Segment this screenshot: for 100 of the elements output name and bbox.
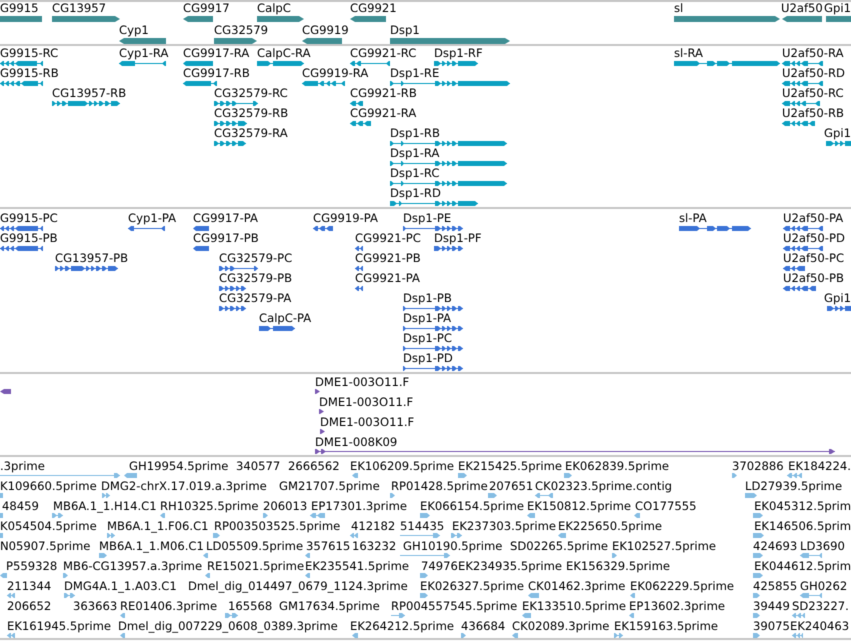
feature-label: CG9921: [350, 2, 397, 14]
feature-label: Dsp1-RE: [390, 67, 440, 79]
feature-label: Dsp1-PF: [434, 232, 482, 244]
feature-label: CG32579-RA: [214, 127, 288, 139]
feature-label: 39449: [753, 600, 790, 612]
feature-label: CG9919-PA: [313, 212, 378, 224]
feature-label: EK106209.5prime: [350, 460, 454, 472]
feature-label: EK026327.5prime: [420, 580, 524, 592]
feature-label: EK044612.5prim: [754, 560, 851, 572]
feature-label: MB6-CG13957.a.3prime: [63, 560, 202, 572]
feature-label: CG9921-PC: [355, 232, 421, 244]
feature-label: 514435: [400, 520, 444, 532]
feature-label: GM21707.5prime: [279, 480, 380, 492]
feature-label: EK066154.5prime: [420, 500, 524, 512]
feature-label: U2af50-PB: [783, 272, 844, 284]
feature-label: CG9917: [183, 2, 230, 14]
feature-label: 39075: [753, 620, 790, 632]
feature-label: Gpi1: [824, 2, 851, 14]
feature-label: EK264212.5prime: [350, 620, 454, 632]
feature-label: EK062229.5prime: [630, 580, 734, 592]
feature-label: EK234935.5prime: [458, 560, 562, 572]
feature-label: Dsp1-PC: [403, 332, 452, 344]
feature-label: G9915: [0, 2, 38, 14]
feature-label: DME1-003O11.F: [315, 376, 410, 388]
feature-label: U2af50-RA: [782, 47, 844, 59]
feature-bar-icon: [0, 513, 3, 518]
feature-label: Dsp1: [390, 24, 420, 36]
feature-label: SD02265.5prime: [510, 540, 608, 552]
feature-label: U2af50-PD: [783, 232, 845, 244]
feature-label: 163232: [352, 540, 396, 552]
feature-label: 48459: [2, 500, 39, 512]
feature-label: K109660.5prime: [0, 480, 97, 492]
feature-label: RE15021.5prime: [207, 560, 304, 572]
feature-label: 211344: [7, 580, 52, 592]
feature-label: CG9917-RA: [183, 47, 250, 59]
feature-label: CG32579-PC: [219, 252, 292, 264]
feature-label: LD3690: [800, 540, 845, 552]
feature-label: 3702886: [732, 460, 784, 472]
feature-label: CG9919-RA: [302, 67, 368, 79]
feature-label: LD05509.5prime: [206, 540, 304, 552]
feature-label: Dsp1-PA: [403, 312, 452, 324]
feature-label: CG13957-PB: [55, 252, 128, 264]
feature-label: CG32579: [214, 24, 268, 36]
feature-label: sl-PA: [679, 212, 707, 224]
feature-label: GM17634.5prime: [279, 600, 380, 612]
feature-label: K054504.5prime: [0, 520, 97, 532]
feature-label: RP003503525.5prime: [214, 520, 340, 532]
feature-label: G9915-RB: [0, 67, 59, 79]
feature-label: EK235541.5prime: [305, 560, 410, 572]
feature-label: EK215425.5prime: [458, 460, 562, 472]
feature-label: CalpC: [257, 2, 291, 14]
feature-label: EK062839.5prime: [565, 460, 670, 472]
feature-label: EK237303.5prime: [452, 520, 556, 532]
feature-label: EK161945.5prime: [7, 620, 112, 632]
feature-label: Dsp1-RC: [390, 167, 440, 179]
feature-label: Dsp1-RB: [390, 127, 440, 139]
feature-label: 206652: [7, 600, 52, 612]
feature-label: P559328: [6, 560, 58, 572]
feature-label: CalpC-PA: [259, 312, 312, 324]
feature-label: CG32579-RB: [214, 107, 288, 119]
feature-label: CG32579-PA: [219, 292, 292, 304]
feature-label: DME1-003O11.F: [319, 396, 414, 408]
feature-label: CG32579-RC: [214, 87, 288, 99]
feature-label: CG9921-RA: [350, 107, 416, 119]
feature-label: CG9921-RB: [350, 87, 417, 99]
feature-label: 340577: [236, 460, 280, 472]
feature-label: MB6A.1_1.M06.C1: [99, 540, 204, 552]
feature-label: EP17301.3prime: [311, 500, 408, 512]
feature-label: U2af50-PA: [783, 212, 844, 224]
feature-label: RE01406.3prime: [120, 600, 218, 612]
feature-label: 2666562: [288, 460, 340, 472]
feature-label: 412182: [351, 520, 396, 532]
feature-label: 357615: [306, 540, 350, 552]
feature-label: CK02323.5prime.contig: [535, 480, 672, 492]
feature-label: CG9921-PB: [355, 252, 421, 264]
feature-label: DMG4A.1_1.A03.C1: [64, 580, 177, 592]
feature-label: sl-RA: [674, 47, 703, 59]
feature-label: 74976: [421, 560, 458, 572]
feature-label: Dsp1-RA: [390, 147, 440, 159]
feature-label: EP13602.3prime: [629, 600, 726, 612]
feature-label: CG9919: [302, 24, 349, 36]
feature-label: 207651: [489, 480, 534, 492]
feature-label: Dsp1-PD: [403, 352, 453, 364]
feature-label: EK156329.5prime: [566, 560, 670, 572]
feature-label: CG9917-RB: [183, 67, 250, 79]
feature-label: EK102527.5prime: [612, 540, 716, 552]
feature-label: DME1-008K09: [315, 436, 398, 448]
feature-label: RP01428.5prime: [391, 480, 488, 492]
feature-bar-icon: [0, 493, 3, 498]
feature-label: 363663: [73, 600, 118, 612]
feature-label: MB6A.1_1.F06.C1: [107, 520, 209, 532]
feature-label: Cyp1-PA: [128, 212, 176, 224]
feature-label: CG9917-PA: [193, 212, 258, 224]
feature-label: RP004557545.5prime: [391, 600, 518, 612]
feature-label: GH19954.5prime: [129, 460, 228, 472]
feature-label: CO177555: [635, 500, 696, 512]
feature-label: EK133510.5prime: [522, 600, 626, 612]
feature-label: CalpC-RA: [257, 47, 311, 59]
feature-label: Dmel_dig_007229_0608_0389.3prime: [118, 620, 338, 632]
feature-label: Dsp1-RF: [434, 47, 483, 59]
